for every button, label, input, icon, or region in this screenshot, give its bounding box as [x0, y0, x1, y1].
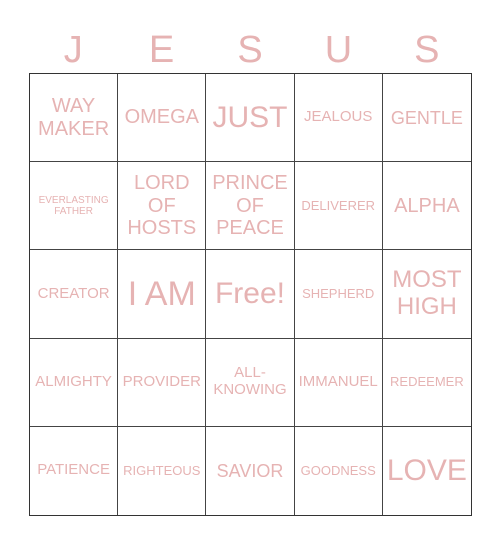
bingo-cell[interactable]: JEALOUS — [294, 74, 383, 163]
bingo-cell[interactable]: SHEPHERD — [294, 250, 383, 339]
bingo-cell[interactable]: GOODNESS — [295, 426, 383, 515]
bingo-cell[interactable]: PATIENCE — [30, 426, 119, 515]
header-letter: E — [148, 29, 175, 71]
bingo-cell[interactable]: DELIVERER — [294, 162, 383, 251]
bingo-cell[interactable]: EVERLASTING FATHER — [30, 162, 119, 251]
bingo-cell[interactable]: SAVIOR — [206, 426, 295, 515]
bingo-cell[interactable]: REDEEMER — [382, 339, 471, 427]
header-letter: J — [63, 29, 83, 71]
bingo-cell[interactable]: ALMIGHTY — [30, 338, 119, 427]
bingo-cell[interactable]: LORD OF HOSTS — [118, 162, 207, 251]
bingo-cell[interactable]: JUST — [206, 74, 295, 163]
bingo-grid: WAY MAKER OMEGA JUST JEALOUS GENTLE EVER… — [29, 73, 472, 516]
bingo-header: J E S U S — [29, 28, 471, 72]
header-letter: S — [414, 29, 440, 71]
bingo-cell[interactable]: RIGHTEOUS — [118, 426, 207, 515]
free-space-cell[interactable]: Free! — [206, 250, 295, 339]
bingo-cell[interactable]: PRINCE OF PEACE — [206, 162, 295, 251]
bingo-cell[interactable]: OMEGA — [118, 74, 207, 163]
bingo-cell[interactable]: PROVIDER — [118, 338, 207, 427]
bingo-cell[interactable]: LOVE — [383, 427, 471, 515]
bingo-cell[interactable]: I AM — [118, 250, 207, 339]
bingo-cell[interactable]: ALL-KNOWING — [206, 338, 295, 427]
bingo-cell[interactable]: IMMANUEL — [294, 338, 383, 427]
bingo-cell[interactable]: GENTLE — [382, 74, 471, 163]
bingo-cell[interactable]: ALPHA — [382, 162, 471, 251]
bingo-cell[interactable]: WAY MAKER — [30, 74, 119, 163]
header-letter: S — [237, 29, 263, 71]
header-letter: U — [324, 29, 353, 71]
bingo-cell[interactable]: MOST HIGH — [382, 250, 471, 339]
bingo-cell[interactable]: CREATOR — [30, 250, 119, 339]
